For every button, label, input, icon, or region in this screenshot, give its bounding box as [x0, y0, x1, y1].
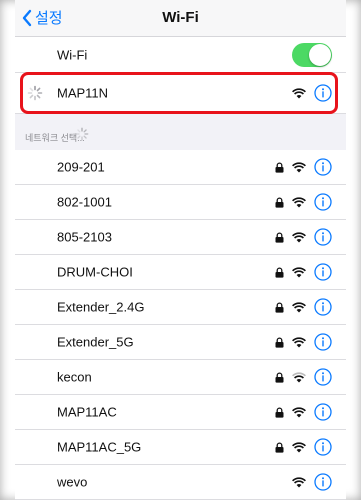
- network-row[interactable]: kecon: [15, 360, 346, 395]
- info-circle-icon[interactable]: [314, 158, 332, 176]
- info-circle-icon[interactable]: [314, 473, 332, 491]
- network-name: 209-201: [57, 159, 105, 175]
- settings-screen: 설정 Wi-Fi Wi-Fi MAP11N 네트워크 선택... 209-201…: [15, 0, 346, 500]
- wifi-signal-icon: [292, 266, 306, 277]
- activity-spinner-icon: [75, 127, 89, 141]
- network-name: kecon: [57, 369, 92, 385]
- network-row[interactable]: 805-2103: [15, 220, 346, 255]
- info-circle-icon[interactable]: [314, 403, 332, 421]
- connected-network-row[interactable]: MAP11N: [15, 73, 346, 114]
- network-icons: [275, 333, 332, 351]
- lock-icon: [275, 406, 284, 418]
- network-name: Extender_5G: [57, 334, 134, 350]
- network-name: 802-1001: [57, 194, 112, 210]
- connected-network-name: MAP11N: [57, 85, 109, 101]
- wifi-toggle-label: Wi-Fi: [57, 47, 88, 62]
- info-circle-icon[interactable]: [314, 438, 332, 456]
- network-icons: [275, 438, 332, 456]
- lock-icon: [275, 266, 284, 278]
- info-circle-icon[interactable]: [314, 333, 332, 351]
- network-name: MAP11AC: [57, 404, 117, 420]
- wifi-signal-icon: [292, 161, 306, 172]
- network-icons: [275, 158, 332, 176]
- info-circle-icon[interactable]: [314, 84, 332, 102]
- network-icons: [275, 228, 332, 246]
- network-icons: [275, 298, 332, 316]
- network-name: wevo: [57, 474, 88, 490]
- network-row[interactable]: Extender_5G: [15, 325, 346, 360]
- connected-network-icons: [292, 84, 332, 102]
- screenshot-frame: 설정 Wi-Fi Wi-Fi MAP11N 네트워크 선택... 209-201…: [0, 0, 361, 500]
- network-icons: [275, 368, 332, 386]
- lock-icon: [275, 371, 284, 383]
- wifi-signal-icon: [292, 406, 306, 417]
- network-name: Extender_2.4G: [57, 299, 145, 315]
- lock-icon: [275, 336, 284, 348]
- network-icons: [275, 403, 332, 421]
- network-row[interactable]: Extender_2.4G: [15, 290, 346, 325]
- wifi-signal-icon: [292, 231, 306, 242]
- wifi-signal-icon: [292, 196, 306, 207]
- network-row[interactable]: 802-1001: [15, 185, 346, 220]
- lock-icon: [275, 441, 284, 453]
- network-row[interactable]: MAP11AC: [15, 395, 346, 430]
- network-name: DRUM-CHOI: [57, 264, 133, 280]
- section-header: 네트워크 선택...: [15, 122, 346, 150]
- wifi-signal-icon: [292, 301, 306, 312]
- wifi-signal-icon: [292, 336, 306, 347]
- info-circle-icon[interactable]: [314, 193, 332, 211]
- lock-icon: [275, 231, 284, 243]
- wifi-signal-icon: [292, 441, 306, 452]
- network-icons: [292, 473, 332, 491]
- info-circle-icon[interactable]: [314, 368, 332, 386]
- network-name: 805-2103: [57, 229, 112, 245]
- wifi-toggle-row: Wi-Fi: [15, 37, 346, 73]
- info-circle-icon[interactable]: [314, 263, 332, 281]
- toggle-knob: [309, 44, 331, 66]
- network-row[interactable]: MAP11AC_5G: [15, 430, 346, 465]
- network-row[interactable]: DRUM-CHOI: [15, 255, 346, 290]
- network-icons: [275, 193, 332, 211]
- wifi-signal-icon: [292, 371, 306, 382]
- info-circle-icon[interactable]: [314, 228, 332, 246]
- network-name: MAP11AC_5G: [57, 439, 142, 455]
- network-icons: [275, 263, 332, 281]
- lock-icon: [275, 196, 284, 208]
- wifi-signal-icon: [292, 476, 306, 487]
- activity-spinner-icon: [27, 85, 43, 101]
- info-circle-icon[interactable]: [314, 298, 332, 316]
- wifi-signal-icon: [292, 87, 306, 98]
- network-row[interactable]: wevo: [15, 465, 346, 500]
- wifi-toggle-switch[interactable]: [292, 43, 332, 67]
- lock-icon: [275, 161, 284, 173]
- network-row[interactable]: 209-201: [15, 150, 346, 185]
- lock-icon: [275, 301, 284, 313]
- navigation-bar: 설정 Wi-Fi: [15, 0, 346, 37]
- page-title: Wi-Fi: [162, 9, 199, 26]
